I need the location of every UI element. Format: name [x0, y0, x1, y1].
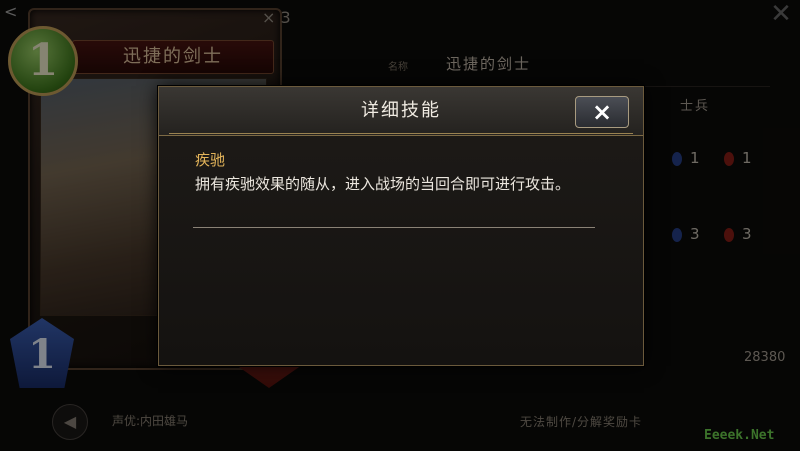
- dialog-title: 详细技能: [361, 100, 441, 121]
- skill-name: 疾驰: [195, 151, 226, 169]
- skill-description: 拥有疾驰效果的随从，进入战场的当回合即可进行攻击。: [195, 175, 571, 193]
- skill-divider: [193, 227, 595, 228]
- skill-dialog: 详细技能 × 疾驰 拥有疾驰效果的随从，进入战场的当回合即可进行攻击。: [158, 86, 644, 366]
- dialog-close-button[interactable]: ×: [575, 96, 629, 128]
- header-ornament: [169, 133, 633, 140]
